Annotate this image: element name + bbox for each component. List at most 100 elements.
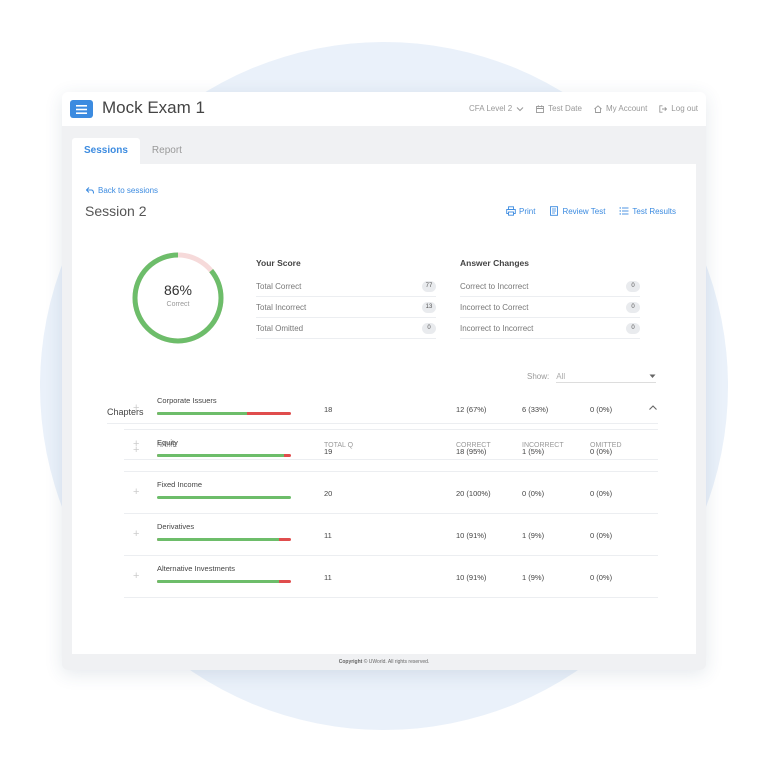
copyright-bold: Copyright [338,659,363,665]
test-date-link[interactable]: Test Date [536,104,582,113]
document-icon [550,206,559,216]
log-out-link[interactable]: Log out [659,104,698,113]
cell-correct: 10 (91%) [456,531,487,540]
copyright-text: © UWorld. All rights reserved. [363,659,430,665]
stat-badge: 13 [422,301,436,313]
test-results-label: Test Results [632,206,676,216]
chapter-name: Derivatives [157,522,195,531]
progress-fill [157,538,279,541]
table-row[interactable]: + Alternative Investments 11 10 (91%) 1 (9%)… [124,556,658,598]
calendar-icon [536,104,545,113]
progress-bar [157,412,291,415]
my-account-label: My Account [605,104,648,113]
tab-bar: Sessions Report [72,138,194,164]
chapter-name: Equity [157,438,178,447]
review-test-label: Review Test [562,206,606,216]
cell-omitted: 0 (0%) [590,531,613,540]
plus-icon[interactable]: + [133,486,139,498]
stat-row: Incorrect to Correct 0 [460,297,640,318]
stat-row: Incorrect to Incorrect 0 [460,318,640,339]
back-to-sessions-link[interactable]: Back to sessions [86,186,158,195]
print-button[interactable]: Print [506,206,535,216]
cell-incorrect: 1 (9%) [522,573,545,582]
cell-correct: 20 (100%) [456,489,491,498]
cell-omitted: 0 (0%) [590,447,613,456]
review-test-button[interactable]: Review Test [549,206,605,216]
stat-badge: 0 [626,322,640,334]
session-title: Session 2 [85,203,147,219]
back-label: Back to sessions [98,186,159,195]
level-label: CFA Level 2 [469,104,513,113]
app-window: Mock Exam 1 CFA Level 2 Test Date My Acc… [62,92,706,670]
stat-row: Total Omitted 0 [256,318,436,339]
score-caption: Correct [166,301,190,308]
plus-icon[interactable]: + [133,402,139,414]
stat-badge: 0 [626,301,640,313]
cell-omitted: 0 (0%) [590,405,613,414]
tab-sessions[interactable]: Sessions [72,138,140,164]
chevron-down-icon [516,106,524,111]
action-bar: Print Review Test Test Results [506,206,676,216]
list-icon [619,207,629,215]
table-row[interactable]: + Corporate Issuers 18 12 (67%) 6 (33%) 0 (0%… [124,388,658,430]
print-icon [506,206,516,216]
stat-badge: 0 [626,280,640,292]
print-label: Print [518,206,536,216]
menu-icon [76,104,87,114]
cell-incorrect: 6 (33%) [522,405,549,414]
your-score-title: Your Score [256,258,301,268]
progress-bar [157,454,291,457]
logout-icon [659,104,668,113]
stat-badge: 77 [422,280,436,292]
progress-fill [157,580,279,583]
stat-row: Correct to Incorrect 0 [460,276,640,297]
footer: Copyright © UWorld. All rights reserved. [62,654,706,670]
page-title: Mock Exam 1 [102,98,205,117]
menu-button[interactable] [70,100,93,118]
show-select[interactable]: All [556,370,657,383]
stat-label: Total Correct [256,281,302,291]
cell-omitted: 0 (0%) [590,489,613,498]
cell-incorrect: 1 (9%) [522,531,545,540]
cell-total: 11 [324,531,332,540]
level-dropdown[interactable]: CFA Level 2 [469,104,524,113]
test-date-label: Test Date [548,104,582,113]
stat-label: Total Incorrect [256,302,307,312]
stat-row: Total Correct 77 [256,276,436,297]
back-arrow-icon [86,187,94,194]
stat-label: Incorrect to Correct [460,302,529,312]
cell-incorrect: 1 (5%) [522,447,545,456]
progress-fill [157,454,285,457]
table-row[interactable]: + Equity 19 18 (95%) 1 (5%) 0 (0%) [124,430,658,472]
my-account-link[interactable]: My Account [594,104,647,113]
chapter-name: Alternative Investments [157,564,235,573]
stat-badge: 0 [422,322,436,334]
cell-total: 20 [324,489,333,498]
plus-icon[interactable]: + [133,528,139,540]
table-row[interactable]: + Fixed Income 20 20 (100%) 0 (0%) 0 (0%) [124,472,658,514]
plus-icon[interactable]: + [133,444,139,456]
show-value: All [556,371,566,381]
progress-fill [157,412,247,415]
answer-changes-section: Answer Changes Correct to Incorrect 0 Inc… [460,258,640,339]
answer-changes-title: Answer Changes [460,258,529,268]
progress-bar [157,538,291,541]
top-bar: Mock Exam 1 CFA Level 2 Test Date My Acc… [62,92,706,126]
test-results-button[interactable]: Test Results [619,206,676,216]
plus-icon[interactable]: + [133,570,139,582]
top-nav: CFA Level 2 Test Date My Account Log out [469,104,698,113]
cell-incorrect: 0 (0%) [522,489,545,498]
cell-total: 18 [324,405,333,414]
cell-correct: 10 (91%) [456,573,487,582]
progress-bar [157,580,291,583]
cell-total: 11 [324,573,332,582]
your-score-section: Your Score Total Correct 77 Total Incorre… [256,258,436,339]
score-donut [132,252,224,344]
cell-correct: 12 (67%) [456,405,487,414]
sessions-panel: Back to sessions Session 2 Print Review … [72,164,696,664]
table-row[interactable]: + Derivatives 11 10 (91%) 1 (9%) 0 (0%) [124,514,658,556]
tab-report[interactable]: Report [140,138,194,164]
score-percent: 86% [163,282,193,298]
stat-label: Total Omitted [256,323,304,333]
home-icon [594,104,602,113]
